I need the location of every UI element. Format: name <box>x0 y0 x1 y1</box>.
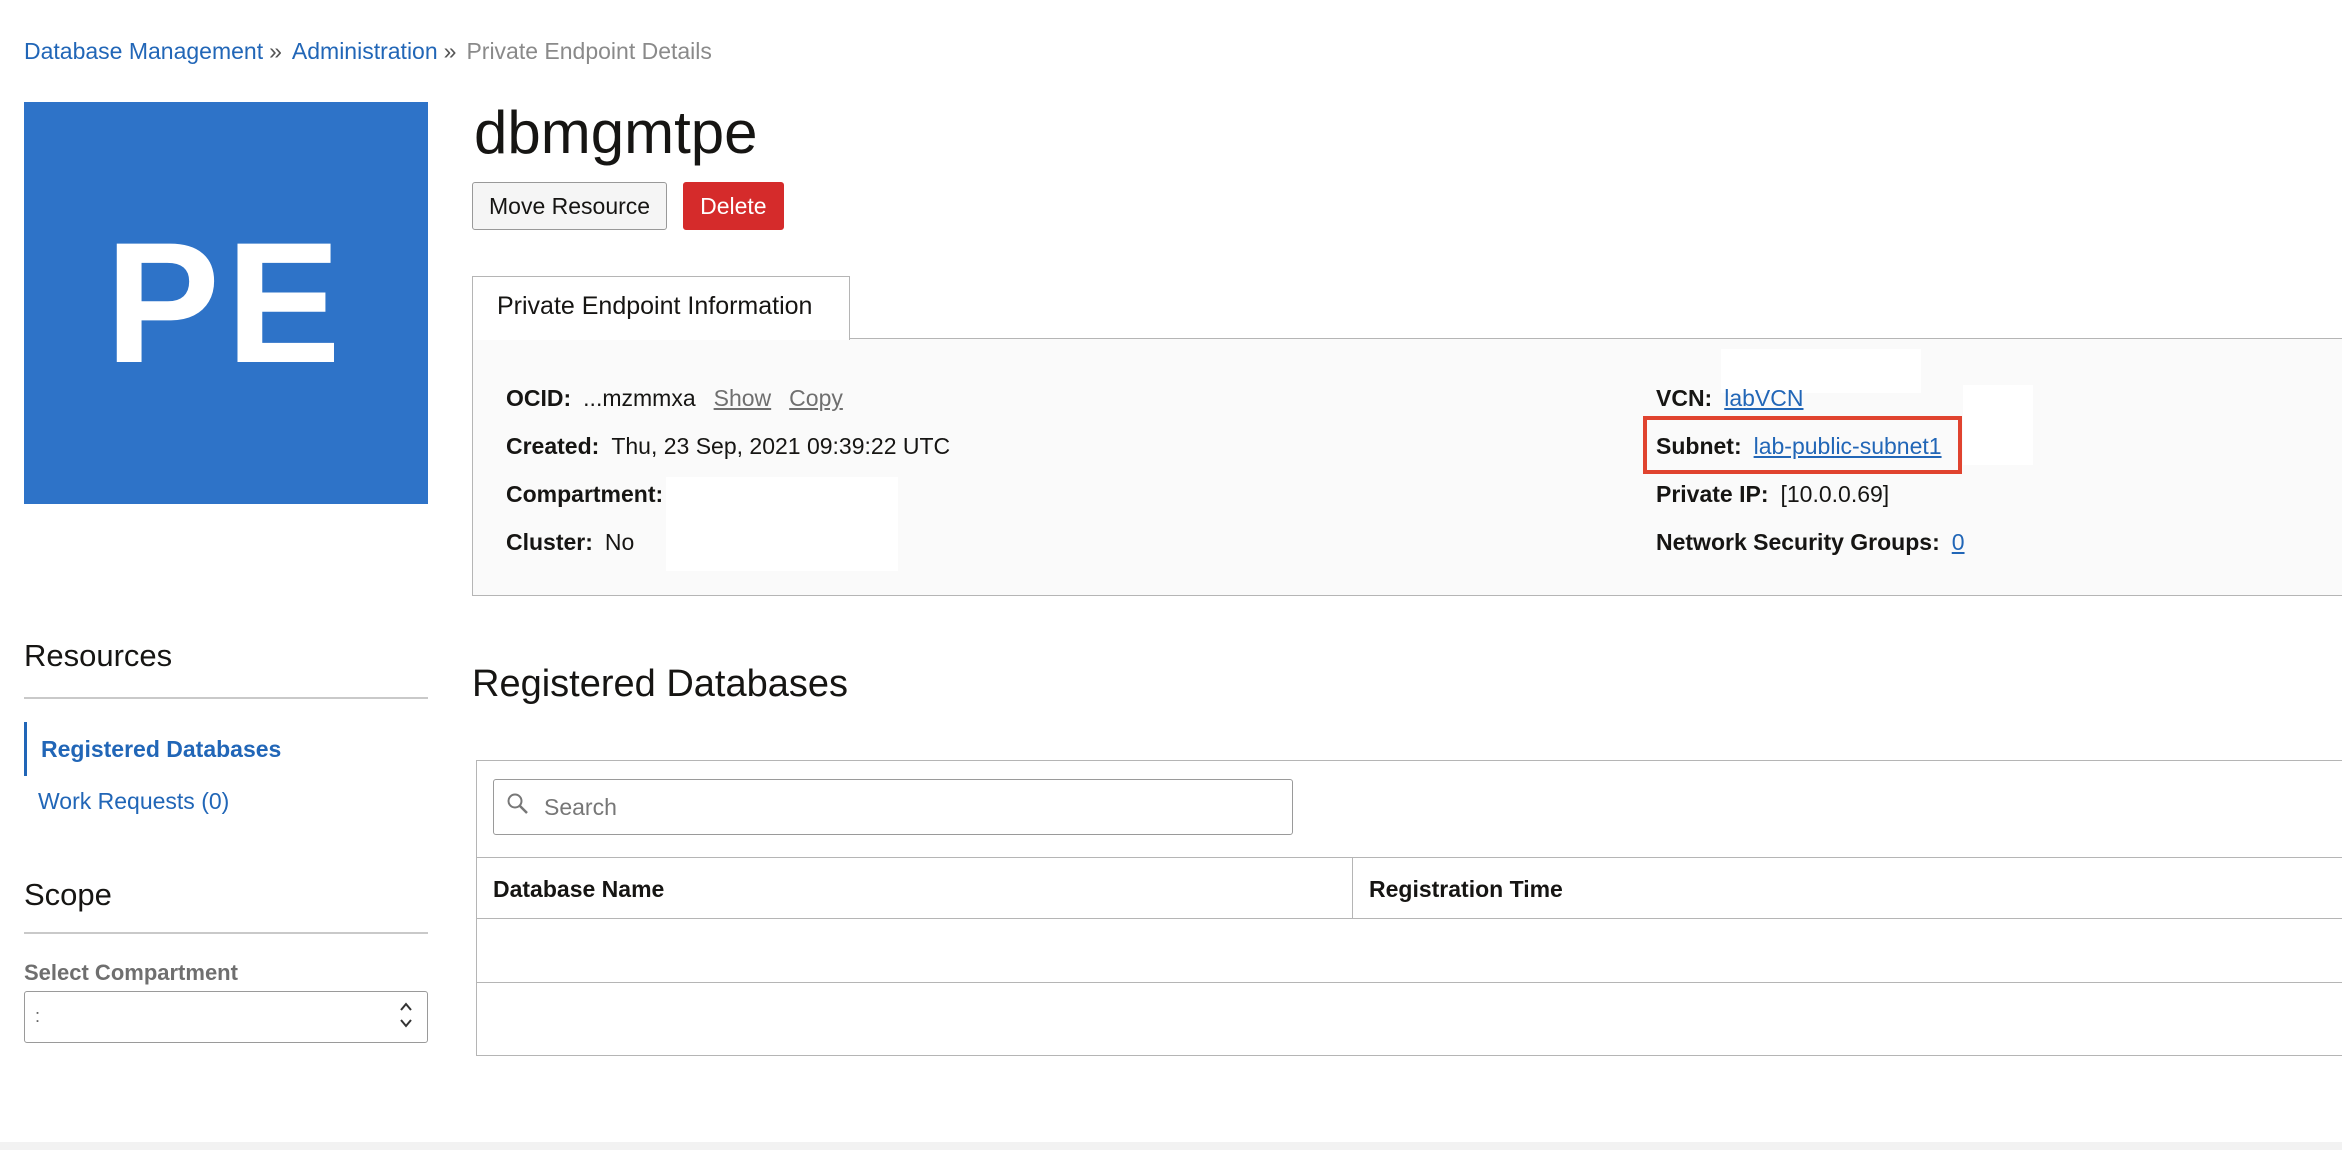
subnet-highlight-box <box>1643 416 1962 474</box>
chevron-up-down-icon <box>399 1000 413 1032</box>
column-header-database-name[interactable]: Database Name <box>477 858 1352 918</box>
breadcrumb-administration[interactable]: Administration <box>292 38 438 64</box>
breadcrumb-separator: » <box>443 38 457 64</box>
ocid-value: ...mzmmxa <box>583 385 696 411</box>
private-ip-label: Private IP: <box>1656 481 1769 507</box>
compartment-select[interactable]: : <box>24 991 428 1043</box>
cluster-label: Cluster: <box>506 529 593 555</box>
nsg-label: Network Security Groups: <box>1656 529 1940 555</box>
table-row <box>477 919 2342 983</box>
private-ip-value: [10.0.0.69] <box>1780 481 1890 507</box>
private-endpoint-info-panel: OCID: ...mzmmxa Show Copy Created: Thu, 23 S… <box>472 338 2342 596</box>
created-row: Created: Thu, 23 Sep, 2021 09:39:22 UTC <box>506 433 950 460</box>
ocid-row: OCID: ...mzmmxa Show Copy <box>506 385 843 412</box>
cluster-value: No <box>604 529 635 555</box>
resource-badge-text: PE <box>105 207 347 399</box>
move-resource-button[interactable]: Move Resource <box>472 182 668 230</box>
ocid-show-link[interactable]: Show <box>714 385 772 411</box>
tab-private-endpoint-information[interactable]: Private Endpoint Information <box>472 276 850 340</box>
redacted-area <box>666 477 898 571</box>
table-header: Database Name Registration Time <box>477 857 2342 919</box>
divider <box>24 932 428 934</box>
sidebar-item-work-requests[interactable]: Work Requests (0) <box>24 788 428 815</box>
compartment-label: Compartment: <box>506 481 664 507</box>
vcn-link[interactable]: labVCN <box>1724 385 1803 411</box>
compartment-row: Compartment: <box>506 481 675 508</box>
private-ip-row: Private IP: [10.0.0.69] <box>1656 481 1889 508</box>
cluster-row: Cluster: No <box>506 529 634 556</box>
action-bar: Move Resource Delete <box>472 182 784 230</box>
nsg-row: Network Security Groups: 0 <box>1656 529 1965 556</box>
column-header-registration-time[interactable]: Registration Time <box>1352 858 2342 918</box>
resources-heading: Resources <box>24 638 173 673</box>
resource-badge: PE <box>24 102 428 504</box>
registered-databases-heading: Registered Databases <box>472 663 848 705</box>
compartment-select-value: : <box>35 1006 41 1026</box>
breadcrumb-current: Private Endpoint Details <box>466 38 712 64</box>
sidebar-item-registered-databases[interactable]: Registered Databases <box>24 722 428 776</box>
breadcrumb-separator: » <box>269 38 282 64</box>
redacted-area <box>1963 385 2033 465</box>
select-compartment-label: Select Compartment <box>24 960 238 985</box>
created-label: Created: <box>506 433 600 459</box>
scope-heading: Scope <box>24 877 112 912</box>
nsg-link[interactable]: 0 <box>1952 529 1965 555</box>
page-title: dbmgmtpe <box>474 99 758 166</box>
created-value: Thu, 23 Sep, 2021 09:39:22 UTC <box>611 433 951 459</box>
delete-button[interactable]: Delete <box>683 182 784 230</box>
registered-databases-table: Database Name Registration Time <box>476 760 2342 1056</box>
breadcrumb-database-management[interactable]: Database Management <box>24 38 263 64</box>
breadcrumb: Database Management» Administration» Priva… <box>24 38 712 65</box>
vcn-row: VCN: labVCN <box>1656 385 1804 412</box>
table-row <box>477 983 2342 1055</box>
ocid-label: OCID: <box>506 385 572 411</box>
search-icon <box>506 792 530 816</box>
search-box <box>493 779 1293 835</box>
footer-band <box>0 1142 2342 1150</box>
divider <box>24 697 428 699</box>
ocid-copy-link[interactable]: Copy <box>789 385 843 411</box>
search-input[interactable] <box>542 786 1266 828</box>
vcn-label: VCN: <box>1656 385 1713 411</box>
